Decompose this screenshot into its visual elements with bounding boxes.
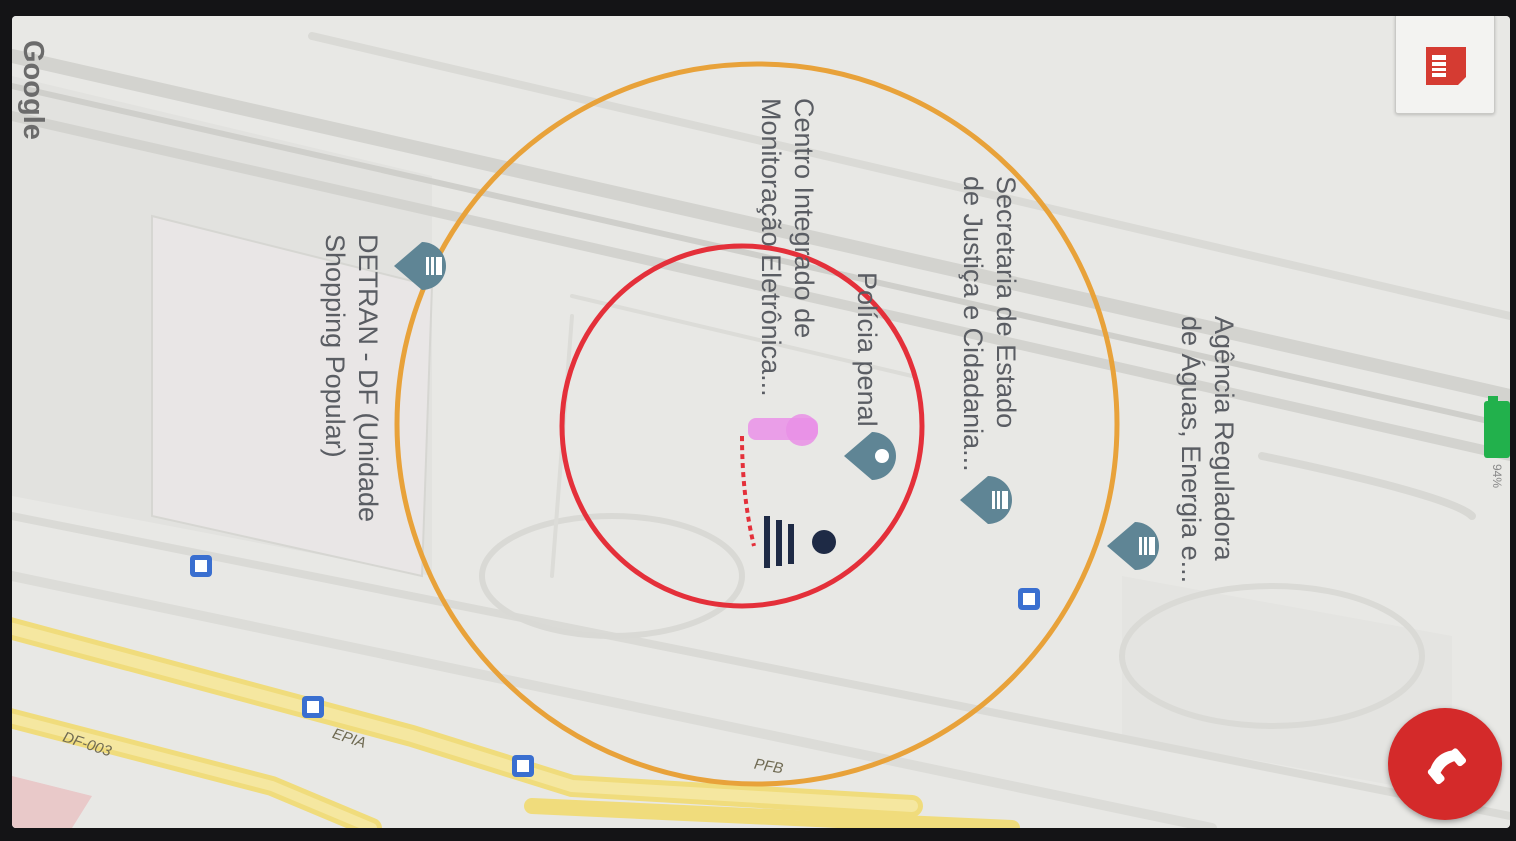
place-label-line: Polícia penal <box>852 272 882 427</box>
bus-stop-icon[interactable] <box>190 555 212 577</box>
place-label-policia-penal[interactable]: Polícia penal <box>850 272 883 427</box>
place-label-agencia[interactable]: Agência Reguladora de Águas, Energia e..… <box>1174 316 1240 583</box>
sim-card-button[interactable] <box>1395 16 1495 114</box>
call-button[interactable] <box>1388 708 1502 820</box>
place-label-line: Shopping Popular) <box>320 234 350 458</box>
place-label-line: Secretaria de Estado <box>991 176 1021 429</box>
place-label-line: Agência Reguladora <box>1209 316 1239 561</box>
place-label-line: de Justiça e Cidadania... <box>958 176 988 472</box>
sim-card-icon <box>1426 47 1466 85</box>
map-screen[interactable]: Google Agência Reguladora de Águas, Ener… <box>12 16 1510 828</box>
place-label-line: Monitoração Eletrônica... <box>756 98 786 397</box>
battery-icon <box>1484 396 1510 458</box>
battery-level: 94% <box>1490 464 1504 489</box>
place-label-line: DETRAN - DF (Unidade <box>353 234 383 523</box>
place-label-detran[interactable]: DETRAN - DF (Unidade Shopping Popular) <box>318 234 384 522</box>
bus-stop-icon[interactable] <box>302 696 324 718</box>
bus-stop-icon[interactable] <box>1018 588 1040 610</box>
place-label-line: de Águas, Energia e... <box>1176 316 1206 584</box>
phone-hangup-icon <box>1427 748 1467 785</box>
place-label-secretaria[interactable]: Secretaria de Estado de Justiça e Cidada… <box>956 176 1022 472</box>
place-label-line: Centro Integrado de <box>789 98 819 339</box>
place-label-centro-integrado[interactable]: Centro Integrado de Monitoração Eletrôni… <box>754 98 820 397</box>
bus-stop-icon[interactable] <box>512 755 534 777</box>
google-attribution: Google <box>17 40 49 140</box>
